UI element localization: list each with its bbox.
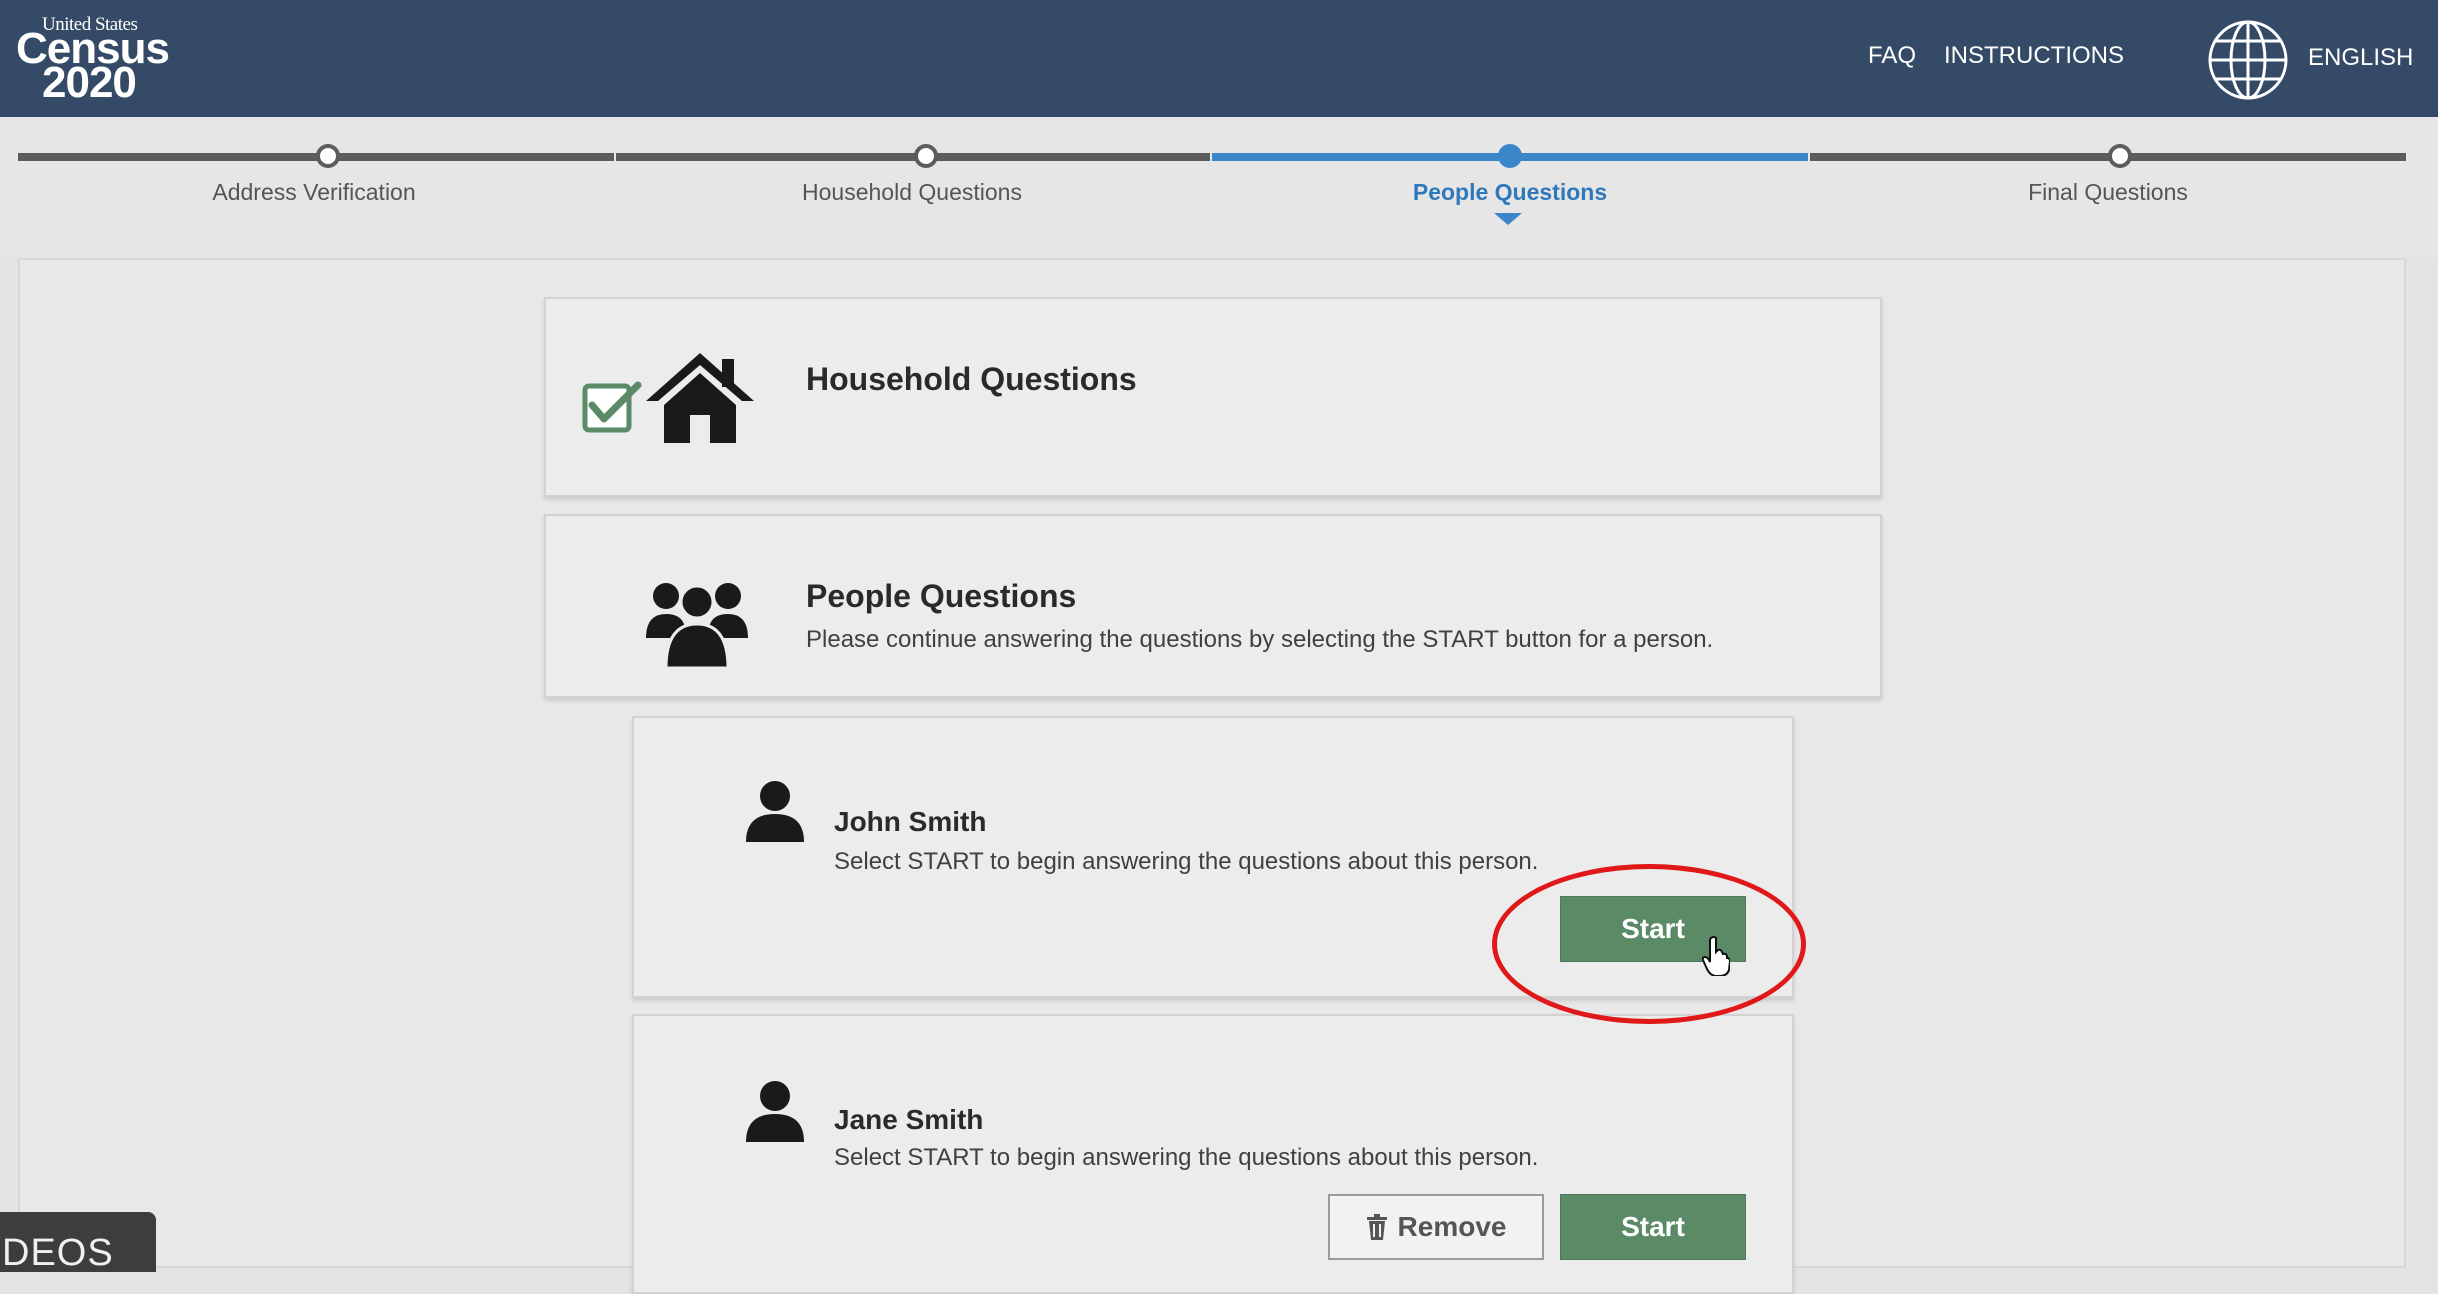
household-questions-title: Household Questions: [806, 361, 1137, 397]
people-group-icon: [646, 583, 748, 668]
step-node-final: [2108, 144, 2132, 168]
person-icon: [746, 1081, 804, 1142]
person-name: Jane Smith: [834, 1104, 984, 1135]
household-questions-card: Household Questions: [544, 297, 1882, 497]
corner-overlay-badge: DEOS: [0, 1212, 156, 1272]
remove-button-jane-smith[interactable]: Remove: [1328, 1194, 1544, 1260]
house-icon: [646, 353, 754, 443]
person-name: John Smith: [834, 806, 987, 837]
step-node-people: [1498, 144, 1522, 168]
person-description: Select START to begin answering the ques…: [834, 848, 1539, 875]
step-node-household: [914, 144, 938, 168]
site-header: United States Census 2020 FAQ INSTRUCTIO…: [0, 0, 2438, 117]
progress-stepper: Address Verification Household Questions…: [0, 117, 2438, 257]
person-card-jane-smith: Jane Smith Select START to begin answeri…: [632, 1014, 1794, 1294]
step-label-final[interactable]: Final Questions: [1908, 179, 2308, 206]
instructions-link[interactable]: INSTRUCTIONS: [1944, 42, 2124, 70]
person-card-john-smith: John Smith Select START to begin answeri…: [632, 716, 1794, 998]
hand-pointer-cursor-icon: [1702, 936, 1730, 976]
step-label-people[interactable]: People Questions: [1310, 179, 1710, 206]
completed-checkbox-icon: [582, 381, 642, 433]
census-2020-logo[interactable]: United States Census 2020: [16, 12, 186, 107]
globe-icon[interactable]: [2206, 18, 2290, 102]
step-label-address[interactable]: Address Verification: [114, 179, 514, 206]
remove-button-label: Remove: [1397, 1211, 1507, 1242]
step-line-household: [616, 153, 1210, 161]
active-step-caret-icon: [1494, 213, 1522, 225]
language-selector[interactable]: ENGLISH: [2308, 44, 2413, 72]
person-icon: [746, 781, 804, 842]
people-questions-card: People Questions Please continue answeri…: [544, 514, 1882, 698]
step-label-household[interactable]: Household Questions: [712, 179, 1112, 206]
step-node-address: [316, 144, 340, 168]
person-description: Select START to begin answering the ques…: [834, 1144, 1539, 1171]
start-button-jane-smith[interactable]: Start: [1560, 1194, 1746, 1260]
faq-link[interactable]: FAQ: [1868, 42, 1916, 70]
trash-icon: [1366, 1214, 1387, 1240]
people-questions-subtitle: Please continue answering the questions …: [806, 626, 1714, 653]
people-questions-title: People Questions: [806, 578, 1077, 614]
logo-year: 2020: [42, 58, 137, 107]
